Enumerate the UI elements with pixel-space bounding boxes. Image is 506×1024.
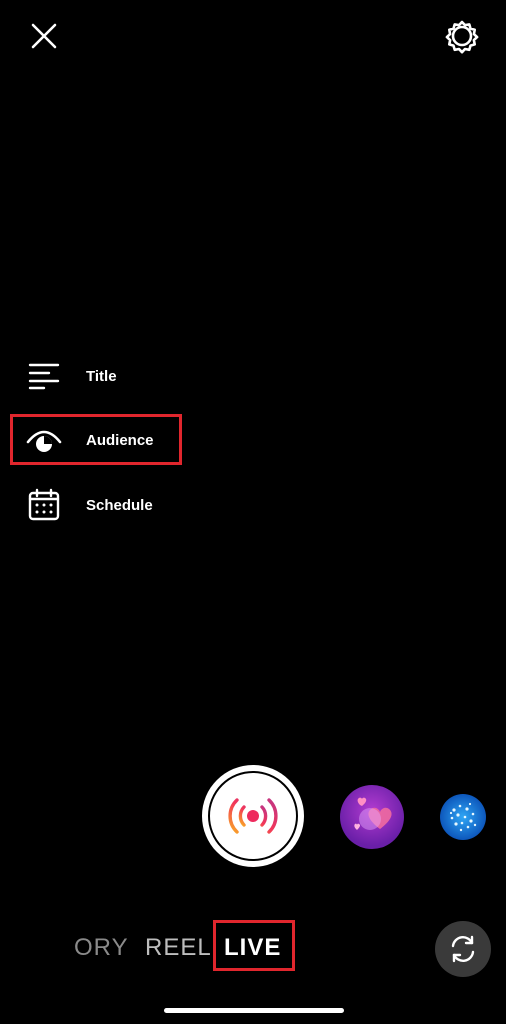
flip-camera-button[interactable] [435, 921, 491, 977]
side-item-title-label: Title [86, 367, 117, 385]
mode-reel[interactable]: REEL [145, 934, 212, 962]
text-lines-icon [26, 358, 62, 394]
hearts-effect[interactable] [340, 785, 404, 849]
sparkle-icon [449, 802, 477, 832]
mode-story[interactable]: ORY [74, 934, 129, 962]
close-icon [31, 23, 57, 49]
calendar-icon [26, 487, 62, 523]
heart-icon [354, 797, 392, 830]
side-item-schedule-label: Schedule [86, 496, 153, 514]
audience-highlight-box [10, 414, 182, 465]
sparkle-effect[interactable] [440, 794, 486, 840]
settings-button[interactable] [442, 16, 482, 56]
side-item-schedule[interactable]: Schedule [26, 485, 153, 525]
go-live-button[interactable] [202, 765, 304, 867]
flip-camera-icon [451, 935, 475, 963]
home-indicator[interactable] [164, 1008, 344, 1013]
close-button[interactable] [26, 18, 62, 54]
side-item-title[interactable]: Title [26, 356, 117, 396]
live-broadcast-icon [228, 798, 278, 834]
gear-icon [445, 20, 479, 54]
live-highlight-box [213, 920, 295, 971]
